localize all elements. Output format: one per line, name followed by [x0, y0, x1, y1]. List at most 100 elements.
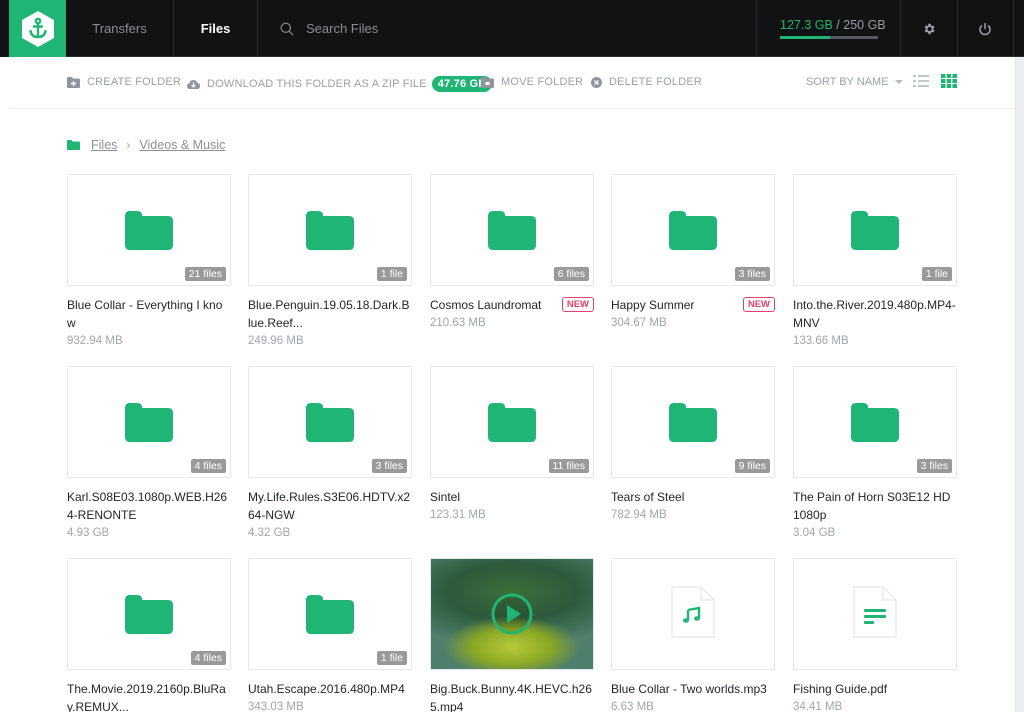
file-card[interactable]: 4 files Karl.S08E03.1080p.WEB.H264-RENONT…: [67, 366, 231, 542]
sort-label: SORT BY NAME: [806, 76, 889, 88]
file-name-text: Tears of Steel: [611, 490, 685, 504]
logout-button[interactable]: [957, 0, 1014, 57]
file-card[interactable]: 1 file Into.the.River.2019.480p.MP4-MNV 13…: [793, 174, 957, 350]
file-name[interactable]: Tears of Steel: [611, 488, 775, 506]
new-badge: NEW: [561, 297, 594, 312]
file-name[interactable]: Happy Summer NEW: [611, 296, 775, 314]
folder-move-icon: [481, 76, 494, 88]
file-count-badge: 11 files: [548, 459, 589, 473]
file-name[interactable]: Karl.S08E03.1080p.WEB.H264-RENONTE: [67, 488, 231, 524]
file-count-badge: 1 file: [376, 267, 407, 281]
file-name-text: Fishing Guide.pdf: [793, 682, 888, 696]
folder-icon: [67, 140, 80, 150]
breadcrumb-videos-music[interactable]: Videos & Music: [139, 138, 225, 152]
file-name[interactable]: Fishing Guide.pdf: [793, 680, 957, 698]
folder-icon: [669, 403, 717, 442]
file-thumbnail[interactable]: 4 files: [67, 366, 231, 478]
file-name[interactable]: Cosmos Laundromat NEW: [430, 296, 594, 314]
folder-icon: [125, 595, 173, 634]
grid-view-button[interactable]: [941, 74, 957, 93]
file-card[interactable]: 11 files Sintel 123.31 MB: [430, 366, 594, 524]
file-thumbnail[interactable]: 3 files: [611, 174, 775, 286]
folder-icon: [488, 211, 536, 250]
file-name-text: Big.Buck.Bunny.4K.HEVC.h265.mp4: [430, 682, 592, 712]
file-card[interactable]: 4 files The.Movie.2019.2160p.BluRay.REMUX…: [67, 558, 231, 712]
folder-icon: [669, 211, 717, 250]
file-card[interactable]: Blue Collar - Two worlds.mp3 6.63 MB: [611, 558, 775, 712]
search-input[interactable]: [306, 21, 606, 36]
logo[interactable]: [9, 0, 66, 57]
file-card[interactable]: 1 file Utah.Escape.2016.480p.MP4 343.03 MB: [248, 558, 412, 712]
file-card[interactable]: Big.Buck.Bunny.4K.HEVC.h265.mp4: [430, 558, 594, 712]
storage-separator: /: [832, 18, 844, 32]
file-name[interactable]: The Pain of Horn S03E12 HD 1080p: [793, 488, 957, 524]
file-card[interactable]: 21 files Blue Collar - Everything I know 9…: [67, 174, 231, 350]
folder-icon: [125, 211, 173, 250]
file-thumbnail[interactable]: 1 file: [248, 174, 412, 286]
file-thumbnail[interactable]: 1 file: [793, 174, 957, 286]
play-icon[interactable]: [490, 592, 534, 636]
page-scrollbar[interactable]: [1015, 57, 1024, 712]
file-card[interactable]: 9 files Tears of Steel 782.94 MB: [611, 366, 775, 524]
file-thumbnail[interactable]: [793, 558, 957, 670]
file-thumbnail[interactable]: [430, 558, 594, 670]
file-thumbnail[interactable]: 3 files: [248, 366, 412, 478]
file-name-text: Happy Summer: [611, 298, 695, 312]
file-count-badge: 3 files: [916, 459, 952, 473]
document-file-icon: [853, 585, 897, 643]
file-thumbnail[interactable]: 1 file: [248, 558, 412, 670]
settings-button[interactable]: [901, 0, 958, 57]
file-name[interactable]: Sintel: [430, 488, 594, 506]
breadcrumb-files[interactable]: Files: [91, 138, 117, 152]
search-icon: [280, 22, 294, 35]
file-count-badge: 21 files: [184, 267, 226, 281]
file-card[interactable]: 3 files My.Life.Rules.S3E06.HDTV.x264-NGW…: [248, 366, 412, 542]
file-count-badge: 4 files: [190, 651, 226, 665]
file-name-text: The Pain of Horn S03E12 HD 1080p: [793, 490, 951, 522]
file-card[interactable]: 3 files Happy Summer NEW 304.67 MB: [611, 174, 775, 332]
file-name[interactable]: Into.the.River.2019.480p.MP4-MNV: [793, 296, 957, 332]
file-thumbnail[interactable]: 4 files: [67, 558, 231, 670]
file-size: 782.94 MB: [611, 509, 667, 521]
create-folder-label: CREATE FOLDER: [87, 76, 182, 88]
storage-bar: [780, 36, 878, 39]
move-folder-button[interactable]: MOVE FOLDER: [481, 76, 583, 88]
file-thumbnail[interactable]: 11 files: [430, 366, 594, 478]
file-count-badge: 3 files: [734, 267, 770, 281]
file-size: 34.41 MB: [793, 701, 843, 712]
sort-dropdown[interactable]: SORT BY NAME: [806, 76, 903, 88]
file-card[interactable]: 3 files The Pain of Horn S03E12 HD 1080p 3…: [793, 366, 957, 542]
folder-icon: [488, 403, 536, 442]
nav-files[interactable]: Files: [174, 0, 258, 57]
file-card[interactable]: 6 files Cosmos Laundromat NEW 210.63 MB: [430, 174, 594, 332]
top-bar: Transfers Files 127.3 GB / 250 GB: [0, 0, 1024, 57]
app-root: Transfers Files 127.3 GB / 250 GB: [0, 0, 1024, 712]
file-card[interactable]: Fishing Guide.pdf 34.41 MB: [793, 558, 957, 712]
file-thumbnail[interactable]: 9 files: [611, 366, 775, 478]
file-name-text: Blue.Penguin.19.05.18.Dark.Blue.Reef...: [248, 298, 410, 330]
delete-folder-button[interactable]: DELETE FOLDER: [591, 76, 702, 88]
file-name-text: Blue Collar - Two worlds.mp3: [611, 682, 767, 696]
file-name[interactable]: Big.Buck.Bunny.4K.HEVC.h265.mp4: [430, 680, 594, 712]
download-zip-button[interactable]: DOWNLOAD THIS FOLDER AS A ZIP FILE 47.76…: [187, 76, 493, 92]
left-edge: [0, 0, 9, 57]
file-name[interactable]: Blue Collar - Everything I know: [67, 296, 231, 332]
audio-file-icon: [671, 585, 715, 643]
file-thumbnail[interactable]: 3 files: [793, 366, 957, 478]
caret-down-icon: [894, 80, 903, 84]
file-card[interactable]: 1 file Blue.Penguin.19.05.18.Dark.Blue.Re…: [248, 174, 412, 350]
create-folder-button[interactable]: CREATE FOLDER: [67, 76, 181, 88]
file-thumbnail[interactable]: [611, 558, 775, 670]
file-name[interactable]: The.Movie.2019.2160p.BluRay.REMUX...: [67, 680, 231, 712]
file-name[interactable]: Blue.Penguin.19.05.18.Dark.Blue.Reef...: [248, 296, 412, 332]
file-name[interactable]: Blue Collar - Two worlds.mp3: [611, 680, 775, 698]
storage-bar-fill: [780, 36, 830, 39]
list-view-button[interactable]: [913, 74, 929, 93]
file-name[interactable]: My.Life.Rules.S3E06.HDTV.x264-NGW: [248, 488, 412, 524]
file-thumbnail[interactable]: 6 files: [430, 174, 594, 286]
delete-icon: [591, 76, 602, 88]
nav-transfers[interactable]: Transfers: [66, 0, 174, 57]
file-name-text: Sintel: [430, 490, 461, 504]
file-name[interactable]: Utah.Escape.2016.480p.MP4: [248, 680, 412, 698]
file-thumbnail[interactable]: 21 files: [67, 174, 231, 286]
